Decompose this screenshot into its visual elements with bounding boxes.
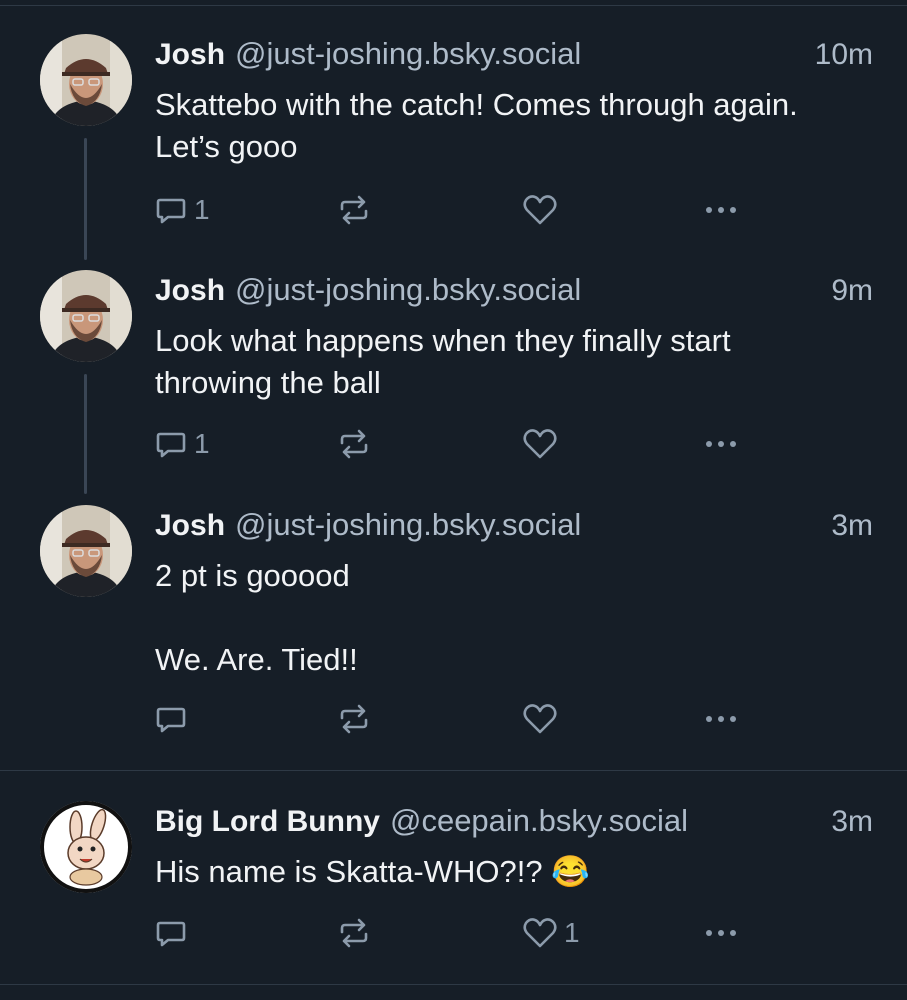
author-handle[interactable]: @just-joshing.bsky.social	[235, 507, 819, 543]
post-timestamp[interactable]: 3m	[831, 805, 873, 839]
post-actions: 1	[150, 188, 750, 232]
post-1[interactable]: Josh @just-joshing.bsky.social 10m Skatt…	[0, 20, 907, 260]
like-button[interactable]	[522, 188, 564, 232]
repost-button[interactable]	[336, 188, 378, 232]
post-actions: 1	[150, 911, 750, 955]
repost-icon	[340, 195, 368, 225]
post-actions	[150, 697, 750, 741]
reply-count: 1	[194, 194, 210, 225]
author-handle[interactable]: @just-joshing.bsky.social	[235, 272, 819, 308]
author-name[interactable]: Josh	[155, 509, 225, 543]
post-header: Josh @just-joshing.bsky.social 9m	[155, 272, 873, 312]
post-header: Josh @just-joshing.bsky.social 3m	[155, 507, 873, 547]
author-name[interactable]: Josh	[155, 274, 225, 308]
more-options-icon	[706, 441, 712, 447]
reply-button[interactable]: 1	[154, 188, 210, 232]
heart-icon	[523, 195, 557, 225]
reply-button[interactable]: 1	[154, 422, 210, 466]
heart-icon	[523, 429, 557, 459]
like-count: 1	[564, 917, 580, 948]
reply-button[interactable]	[154, 697, 194, 741]
like-button[interactable]: 1	[522, 911, 580, 955]
author-handle[interactable]: @ceepain.bsky.social	[390, 803, 819, 839]
top-divider	[0, 5, 907, 6]
like-button[interactable]	[522, 422, 564, 466]
reply-count: 1	[194, 428, 210, 459]
avatar[interactable]	[40, 801, 132, 893]
repost-icon	[340, 429, 368, 459]
post-timestamp[interactable]: 3m	[831, 509, 873, 543]
more-options-icon	[706, 930, 712, 936]
post-actions: 1	[150, 422, 750, 466]
post-text: Skattebo with the catch! Comes through a…	[155, 87, 807, 164]
reply-icon	[156, 198, 186, 224]
repost-icon	[340, 704, 368, 734]
post-text: Look what happens when they finally star…	[155, 323, 740, 400]
reply-icon	[156, 921, 186, 947]
more-options-button[interactable]	[703, 697, 739, 741]
more-options-icon	[706, 207, 712, 213]
reply-button[interactable]	[154, 911, 194, 955]
more-options-icon	[706, 716, 712, 722]
repost-icon	[340, 918, 368, 948]
post-header: Big Lord Bunny @ceepain.bsky.social 3m	[155, 803, 873, 843]
heart-icon	[523, 918, 557, 948]
author-name[interactable]: Josh	[155, 38, 225, 72]
repost-button[interactable]	[336, 911, 378, 955]
reply-icon	[156, 432, 186, 458]
author-name[interactable]: Big Lord Bunny	[155, 805, 380, 839]
thread-line	[84, 138, 87, 260]
repost-button[interactable]	[336, 697, 378, 741]
post-header: Josh @just-joshing.bsky.social 10m	[155, 36, 873, 76]
post-text: His name is Skatta-WHO?!? 😂	[155, 854, 590, 889]
avatar[interactable]	[40, 34, 132, 126]
more-options-button[interactable]	[703, 911, 739, 955]
bottom-divider	[0, 984, 907, 985]
thread-line	[84, 374, 87, 494]
post-timestamp[interactable]: 10m	[815, 38, 873, 72]
post-4[interactable]: Big Lord Bunny @ceepain.bsky.social 3m H…	[0, 770, 907, 985]
avatar[interactable]	[40, 270, 132, 362]
post-text: 2 pt is gooood We. Are. Tied!!	[155, 558, 358, 677]
repost-button[interactable]	[336, 422, 378, 466]
avatar[interactable]	[40, 505, 132, 597]
heart-icon	[523, 704, 557, 734]
post-timestamp[interactable]: 9m	[831, 274, 873, 308]
more-options-button[interactable]	[703, 422, 739, 466]
post-3[interactable]: Josh @just-joshing.bsky.social 3m 2 pt i…	[0, 495, 907, 770]
like-button[interactable]	[522, 697, 564, 741]
more-options-button[interactable]	[703, 188, 739, 232]
author-handle[interactable]: @just-joshing.bsky.social	[235, 36, 803, 72]
post-2[interactable]: Josh @just-joshing.bsky.social 9m Look w…	[0, 260, 907, 495]
reply-icon	[156, 707, 186, 733]
